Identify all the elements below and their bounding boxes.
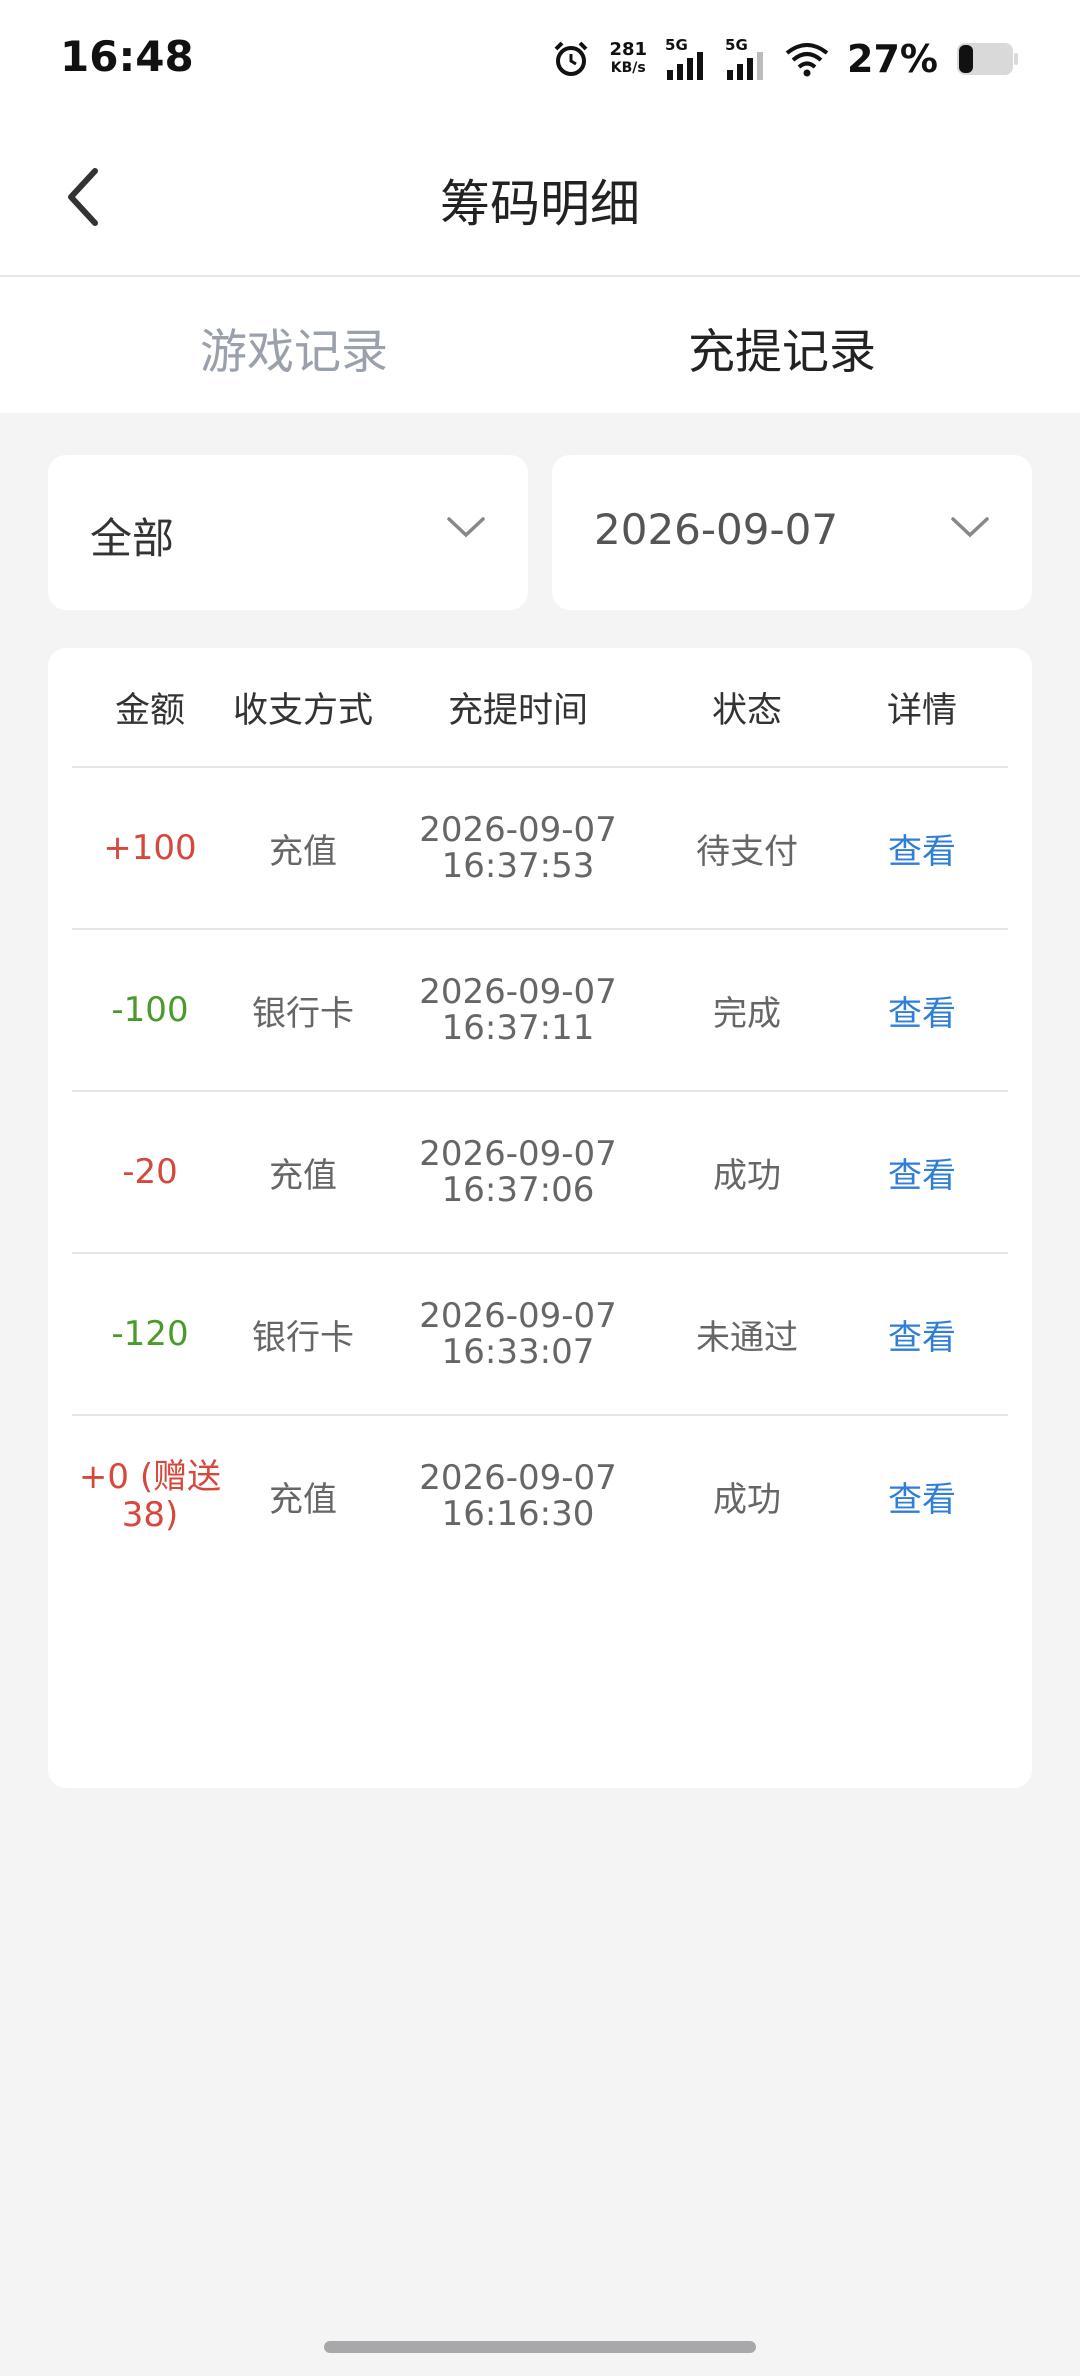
net-speed: 281 KB/s	[609, 40, 647, 78]
time-cell: 2026-09-07 16:37:53	[378, 768, 658, 928]
time-date: 2026-09-07	[419, 1296, 617, 1336]
amount-line: +0 (赠送	[78, 1457, 222, 1497]
tab-bar: 游戏记录 充提记录	[0, 277, 1080, 413]
signal-icon	[667, 52, 704, 80]
type-filter-value: 全部	[90, 514, 175, 563]
amount-cell: -120	[111, 1314, 189, 1354]
method-cell: 银行卡	[252, 1317, 354, 1358]
tab-deposit-withdraw-records[interactable]: 充提记录	[688, 313, 876, 382]
sim2-signal: 5G	[725, 38, 767, 80]
column-header-detail: 详情	[886, 690, 957, 731]
sim2-tag: 5G	[725, 36, 748, 54]
date-filter-dropdown[interactable]: 2026-09-07	[552, 455, 1032, 610]
status-time: 16:48	[60, 32, 194, 81]
status-icons: 281 KB/s 5G 5G 27%	[551, 34, 1020, 84]
time-cell: 2026-09-07 16:37:06	[378, 1092, 658, 1252]
column-header-amount: 金额	[114, 690, 185, 731]
signal-icon	[727, 52, 764, 80]
status-cell: 完成	[713, 993, 781, 1034]
view-detail-link[interactable]: 查看	[836, 1254, 1008, 1414]
table-row: -20 充值 2026-09-07 16:37:06 成功 查看	[72, 1092, 1008, 1254]
time-date: 2026-09-07	[419, 1134, 617, 1174]
table-row: -120 银行卡 2026-09-07 16:33:07 未通过 查看	[72, 1254, 1008, 1416]
alarm-icon	[555, 41, 588, 76]
amount-line: 38)	[121, 1495, 179, 1535]
time-clock: 16:37:06	[441, 1170, 595, 1210]
time-clock: 16:37:11	[441, 1008, 595, 1048]
method-cell: 充值	[269, 831, 337, 872]
method-cell: 银行卡	[252, 993, 354, 1034]
view-detail-link[interactable]: 查看	[836, 1092, 1008, 1252]
home-indicator[interactable]	[324, 2341, 756, 2353]
battery-percent: 27%	[847, 37, 938, 81]
amount-cell: -20	[122, 1152, 178, 1192]
sim1-signal: 5G	[665, 38, 707, 80]
table-row: +0 (赠送 38) 充值 2026-09-07 16:16:30 成功 查看	[72, 1416, 1008, 1576]
page-title: 筹码明细	[440, 175, 640, 233]
method-cell: 充值	[269, 1479, 337, 1520]
time-cell: 2026-09-07 16:33:07	[378, 1254, 658, 1414]
status-cell: 成功	[713, 1155, 781, 1196]
status-cell: 成功	[713, 1479, 781, 1520]
tab-game-records[interactable]: 游戏记录	[200, 313, 388, 382]
net-speed-unit: KB/s	[610, 60, 646, 76]
time-date: 2026-09-07	[419, 810, 617, 850]
time-cell: 2026-09-07 16:16:30	[378, 1416, 658, 1576]
sim1-tag: 5G	[665, 36, 688, 54]
status-cell: 未通过	[696, 1317, 798, 1358]
view-detail-link[interactable]: 查看	[836, 768, 1008, 928]
method-cell: 充值	[269, 1155, 337, 1196]
amount-cell: +0 (赠送 38)	[72, 1416, 228, 1576]
view-detail-link[interactable]: 查看	[836, 1416, 1008, 1576]
table-row: -100 银行卡 2026-09-07 16:37:11 完成 查看	[72, 930, 1008, 1092]
table-header: 金额 收支方式 充提时间 状态 详情	[72, 648, 1008, 768]
type-filter-dropdown[interactable]: 全部	[48, 455, 528, 610]
battery-icon	[957, 43, 1018, 75]
nav-header: 筹码明细	[0, 120, 1080, 277]
view-detail-link[interactable]: 查看	[836, 930, 1008, 1090]
column-header-time: 充提时间	[447, 690, 588, 731]
time-date: 2026-09-07	[419, 972, 617, 1012]
time-cell: 2026-09-07 16:37:11	[378, 930, 658, 1090]
table-row: +100 充值 2026-09-07 16:37:53 待支付 查看	[72, 768, 1008, 930]
time-date: 2026-09-07	[419, 1458, 617, 1498]
amount-cell: +100	[103, 828, 197, 868]
chevron-down-icon	[447, 517, 485, 538]
net-speed-value: 281	[609, 39, 648, 60]
time-clock: 16:16:30	[441, 1494, 595, 1534]
wifi-icon	[785, 43, 829, 77]
column-header-status: 状态	[711, 690, 782, 731]
time-clock: 16:33:07	[441, 1332, 595, 1372]
status-cell: 待支付	[696, 831, 798, 872]
status-bar: 16:48 281 KB/s 5G 5G 27%	[0, 0, 1080, 120]
amount-cell: -100	[111, 990, 189, 1030]
column-header-method: 收支方式	[232, 690, 373, 731]
chevron-down-icon	[951, 517, 989, 538]
records-table: 金额 收支方式 充提时间 状态 详情 +100 充值 2026-09-07 16…	[48, 648, 1032, 1788]
time-clock: 16:37:53	[441, 846, 595, 886]
date-filter-value: 2026-09-07	[594, 505, 839, 554]
